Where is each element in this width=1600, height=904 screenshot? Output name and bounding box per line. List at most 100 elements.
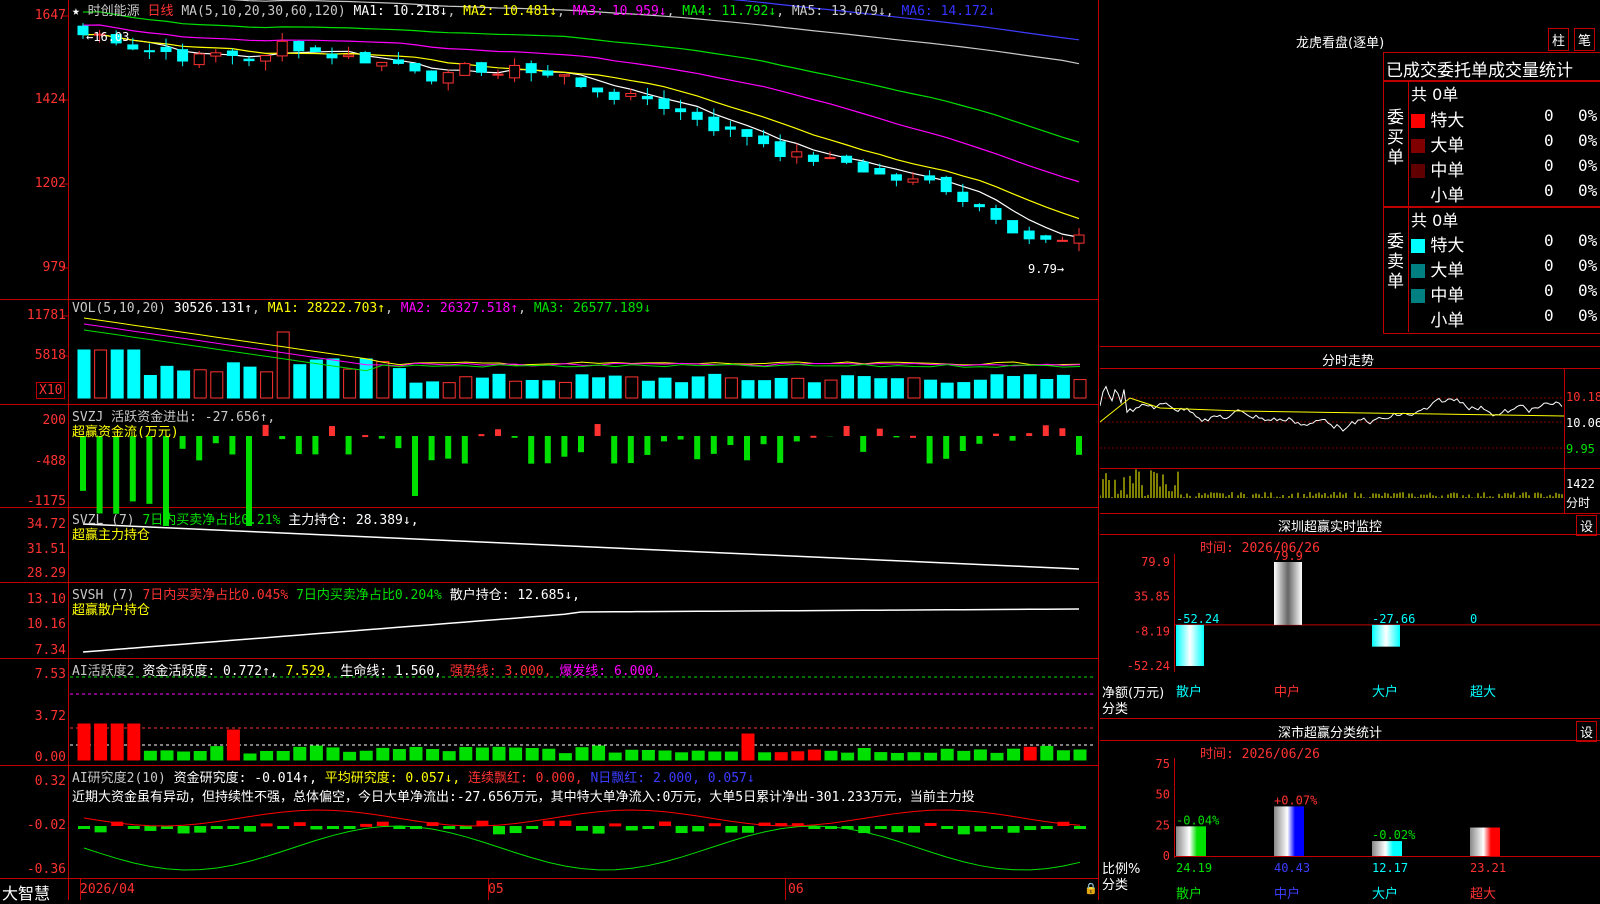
ma-indicator-label: MA(5,10,20,30,60,120) <box>181 4 345 19</box>
favorite-star-icon[interactable]: ★ <box>72 4 80 19</box>
volume-bar <box>808 383 820 398</box>
classify-bar <box>1372 841 1402 856</box>
activity-bar <box>925 753 937 760</box>
svsh-ratio-2: 7日内买卖净占比0.204% <box>296 588 442 603</box>
research-bar <box>609 823 621 826</box>
candle <box>891 175 901 180</box>
candle <box>543 71 553 75</box>
candle <box>709 117 719 131</box>
flow-bar <box>229 436 235 454</box>
candle <box>244 59 254 61</box>
flow-bar <box>877 429 883 436</box>
lock-icon[interactable]: 🔒 <box>1084 882 1098 895</box>
ai1-lifeline: 生命线: 1.560, <box>340 664 442 679</box>
activity-bar <box>576 748 588 760</box>
research-bar <box>576 826 588 831</box>
research-bar <box>642 826 654 829</box>
ma5-value: MA5: 13.079↓ <box>792 4 886 19</box>
legend-swatch <box>1411 264 1425 278</box>
candle <box>294 42 304 51</box>
monitor-title: 深圳超赢实时监控 <box>1278 516 1382 535</box>
lhb-tab-bar[interactable]: 已成交委托单成交量统计 <box>1383 52 1600 82</box>
volume-bar <box>460 377 472 398</box>
volume-bar <box>261 372 273 398</box>
candle <box>1008 221 1018 233</box>
candle <box>360 53 370 63</box>
svzl-ratio: 7日内买卖净占比0.21% <box>142 513 280 528</box>
stock-name: 时创能源 <box>88 4 140 19</box>
svzl-axis-label: 34.72 <box>0 517 66 532</box>
candle <box>642 96 652 98</box>
flow-bar <box>329 426 335 436</box>
tick-mode-button[interactable]: 笔 <box>1574 28 1595 51</box>
divider <box>1100 346 1600 347</box>
chart-canvas[interactable] <box>0 0 1100 900</box>
activity-bar <box>460 748 472 760</box>
divider <box>1100 718 1600 719</box>
classify-category: 大户 <box>1372 886 1398 900</box>
lhb-tabs-label[interactable]: 已成交委托单成交量统计 <box>1386 56 1573 81</box>
svzj-axis-label: 200 <box>0 413 66 428</box>
flow-bar <box>993 434 999 436</box>
activity-bar <box>1074 750 1086 760</box>
candle <box>443 73 453 83</box>
volume-bar <box>1041 380 1053 398</box>
vol-axis-label: 5818 <box>0 348 66 363</box>
candle <box>974 205 984 207</box>
flow-bar <box>362 435 368 437</box>
order-percent: 0% <box>1578 131 1597 150</box>
svzj-axis-label: -1175 <box>0 494 66 509</box>
activity-bar <box>742 734 754 760</box>
flow-bar <box>113 436 119 514</box>
research-bar <box>1008 826 1020 833</box>
activity-bar <box>1024 747 1036 760</box>
volume-bar <box>858 377 870 398</box>
activity-bar <box>725 752 737 760</box>
lhb-title: 龙虎看盘(逐单) <box>1296 32 1384 51</box>
monitor-settings-button[interactable]: 设 <box>1576 515 1597 536</box>
volume-bar <box>875 379 887 398</box>
brand-logo[interactable]: 大智慧 <box>2 880 50 904</box>
candle <box>875 168 885 173</box>
activity-bar <box>692 751 704 760</box>
research-bar <box>742 826 754 833</box>
divider <box>1100 513 1600 514</box>
bar-mode-button[interactable]: 柱 <box>1548 28 1569 51</box>
order-percent: 0% <box>1578 256 1597 275</box>
flow-bar <box>678 436 684 440</box>
vol-unit-badge: X10 <box>36 382 65 399</box>
volume-bar <box>626 377 638 398</box>
intraday-chart[interactable] <box>1100 368 1600 513</box>
ai2-header: AI研究度2(10) 资金研究度: -0.014↑, 平均研究度: 0.057↓… <box>72 767 755 786</box>
legend-swatch <box>1411 114 1425 128</box>
price-axis-label: 1202 <box>0 176 66 191</box>
flow-bar <box>130 436 136 501</box>
research-bar <box>261 823 273 826</box>
activity-bar <box>609 753 621 760</box>
legend-swatch <box>1411 139 1425 153</box>
activity-bar <box>128 724 140 760</box>
ai1-burstline: 爆发线: 6.000, <box>559 664 661 679</box>
candle <box>941 177 951 191</box>
activity-bar <box>858 749 870 760</box>
candle <box>161 47 171 51</box>
monitor-category: 中户 <box>1274 684 1300 700</box>
research-bar <box>78 826 90 829</box>
period-label[interactable]: 日线 <box>148 4 174 19</box>
flow-bar <box>412 436 418 496</box>
flow-bar <box>512 436 518 438</box>
candle <box>775 142 785 157</box>
flow-bar <box>578 436 584 452</box>
date-axis-label: 06 <box>788 882 804 897</box>
classify-axis-label: 75 <box>1156 757 1170 771</box>
vol-ma-line <box>84 324 1080 366</box>
price-axis-label: 1424 <box>0 92 66 107</box>
monitor-axis-label: 79.9 <box>1141 555 1170 569</box>
research-bar <box>559 821 571 826</box>
research-bar <box>692 826 704 831</box>
vol-axis-label: 11781 <box>0 308 66 323</box>
order-row: 特大 <box>1411 231 1464 256</box>
activity-bar <box>111 724 123 760</box>
classify-settings-button[interactable]: 设 <box>1576 721 1597 742</box>
flow-bar <box>960 436 966 451</box>
